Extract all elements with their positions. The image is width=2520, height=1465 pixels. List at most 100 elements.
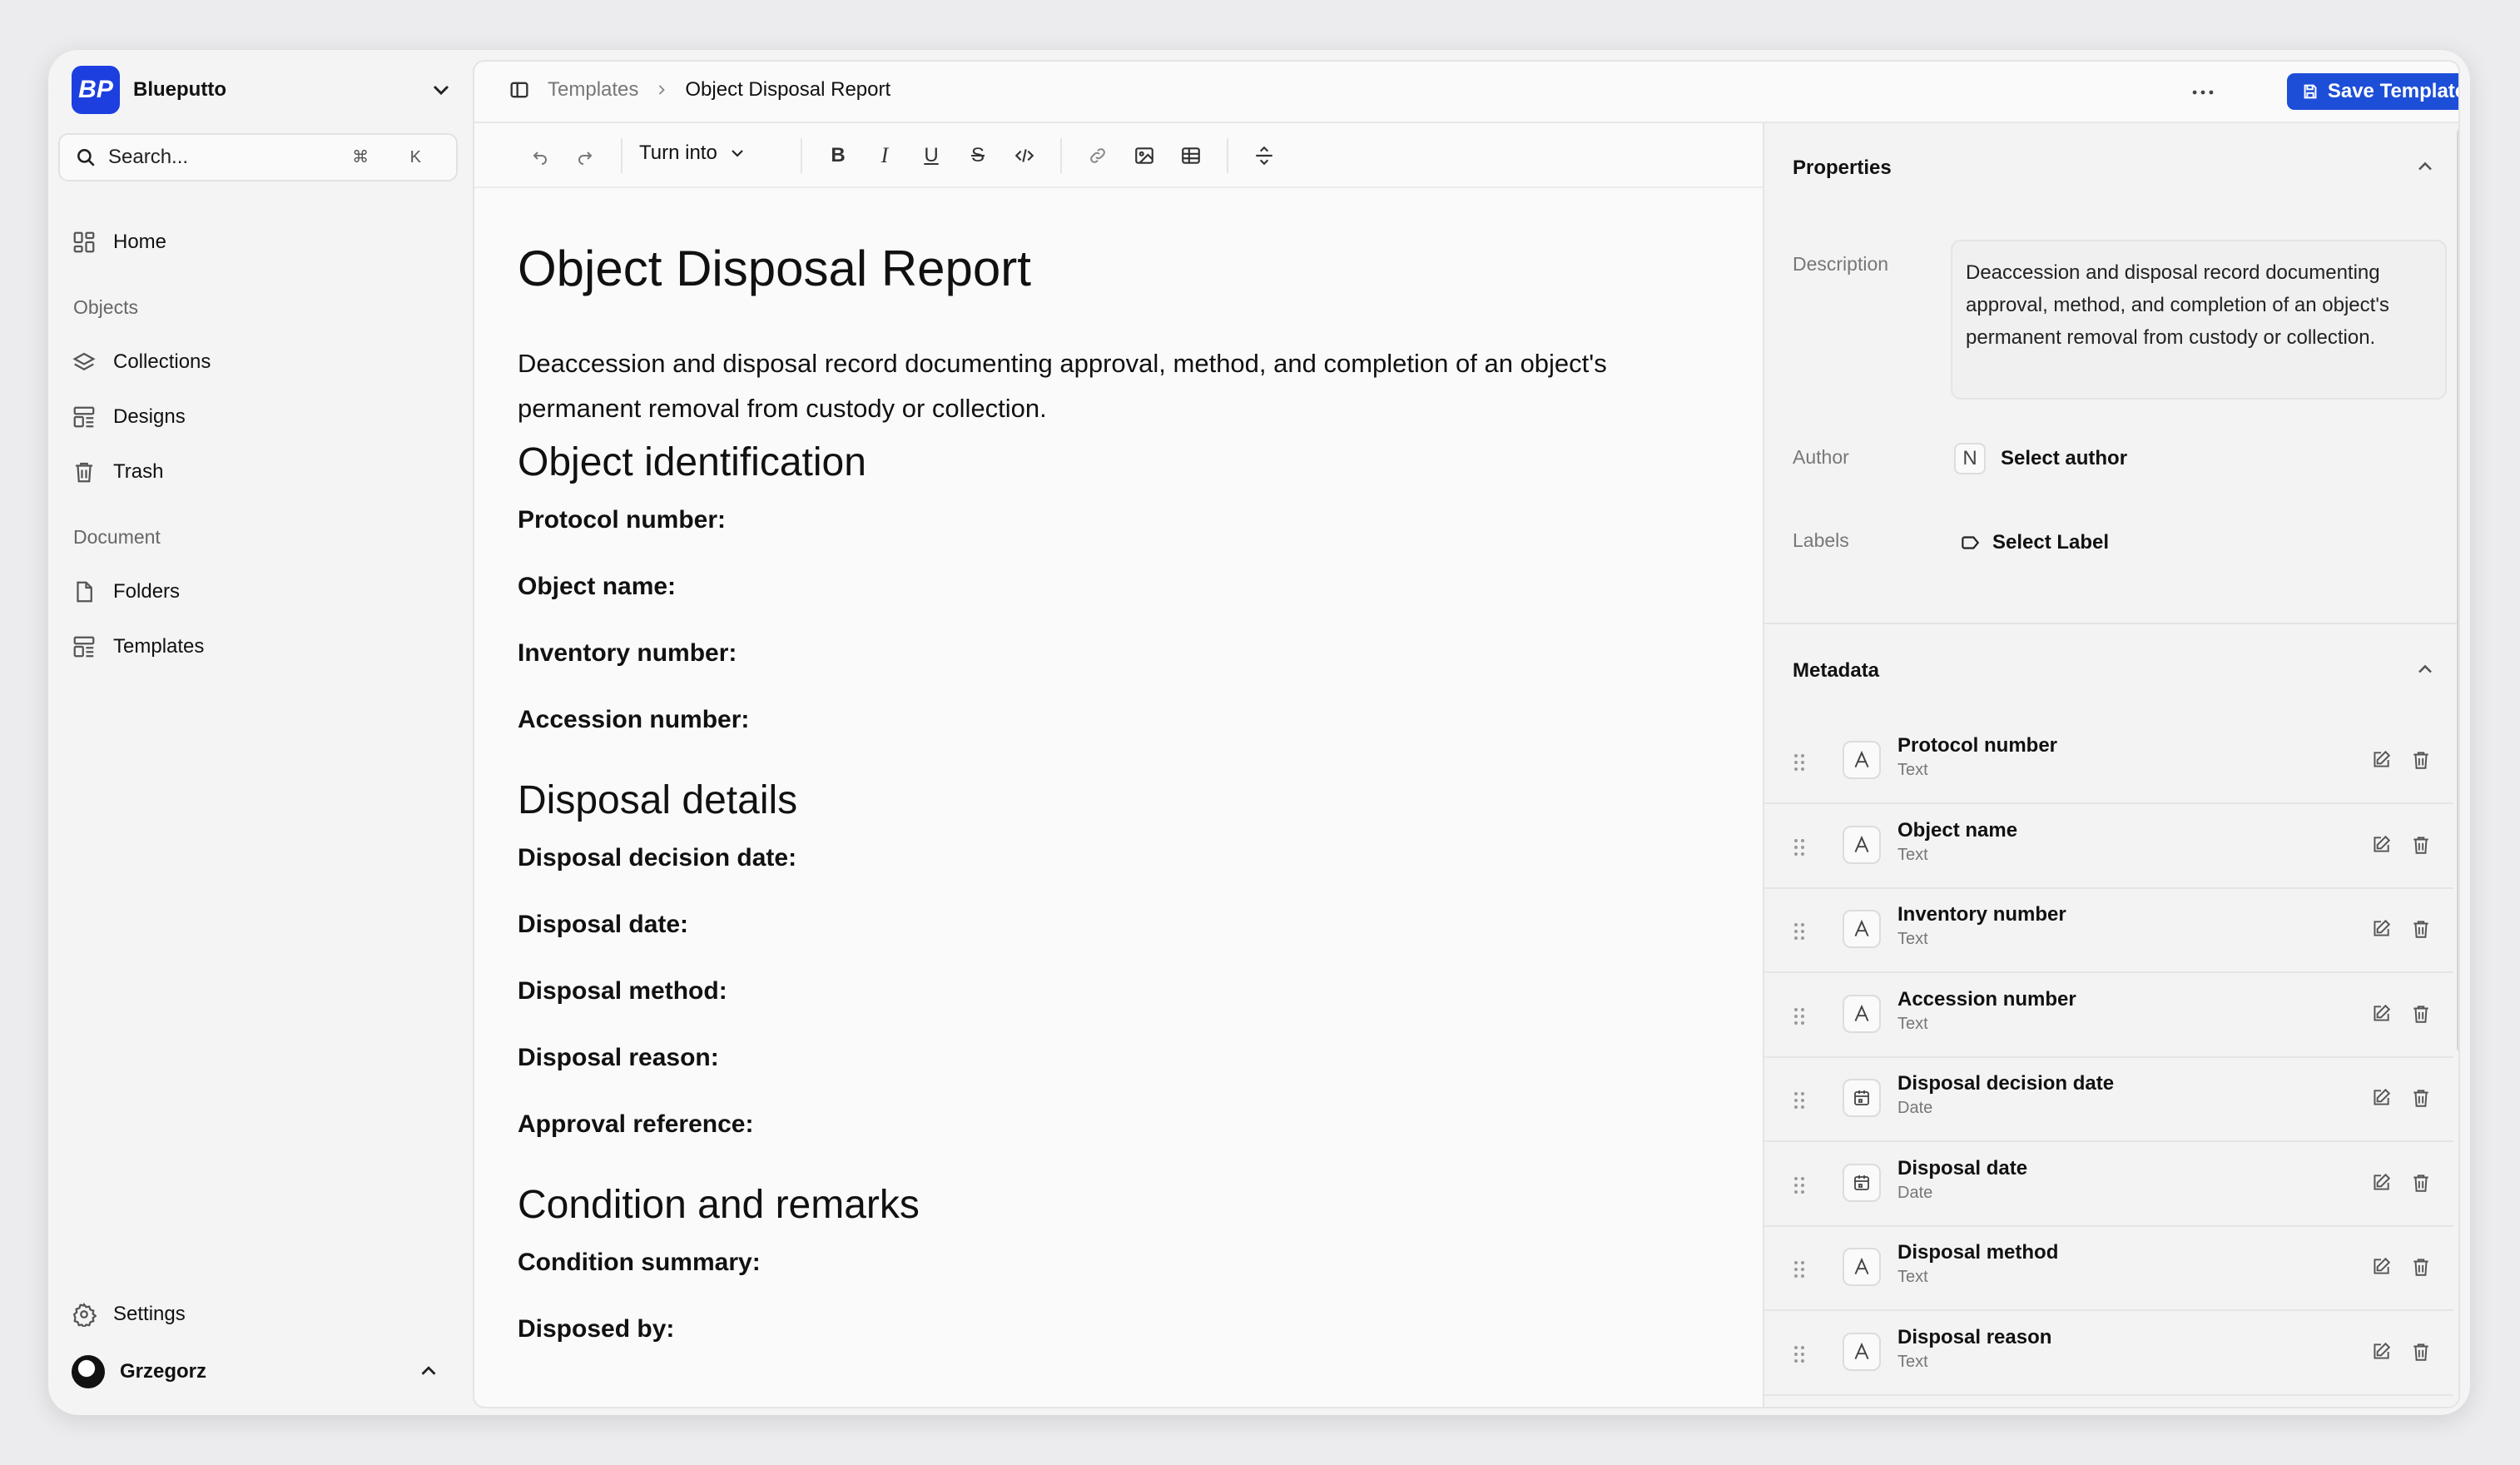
select-author-button[interactable]: N Select author <box>1954 443 2127 474</box>
metadata-row[interactable]: Protocol number Text <box>1764 719 2453 804</box>
table-button[interactable] <box>1177 142 1205 170</box>
drag-handle-icon[interactable] <box>1789 1174 1809 1197</box>
metadata-row[interactable]: Disposal method Text <box>1764 1226 2453 1311</box>
metadata-row[interactable]: Object name Text <box>1764 804 2453 889</box>
save-icon <box>2304 84 2317 99</box>
field-label[interactable]: Disposal method: <box>518 977 727 1006</box>
edit-icon[interactable] <box>2370 918 2394 941</box>
field-label[interactable]: Disposed by: <box>518 1315 674 1343</box>
document-title[interactable]: Object Disposal Report <box>518 240 1031 297</box>
strikethrough-button[interactable]: S <box>964 142 992 170</box>
field-label[interactable]: Accession number: <box>518 706 749 734</box>
field-label[interactable]: Condition summary: <box>518 1249 761 1277</box>
drag-handle-icon[interactable] <box>1789 1089 1809 1112</box>
chevron-up-icon[interactable] <box>2413 155 2437 178</box>
edit-icon[interactable] <box>2370 749 2394 772</box>
drag-handle-icon[interactable] <box>1789 920 1809 943</box>
app-window: BP Blueputto Search... ⌘ K Home Objects … <box>48 50 2470 1415</box>
edit-icon[interactable] <box>2370 1341 2394 1364</box>
section-heading[interactable]: Condition and remarks <box>518 1182 920 1228</box>
chevron-up-icon[interactable] <box>2413 658 2437 681</box>
toolbar-divider <box>801 138 802 173</box>
top-bar: Templates Object Disposal Report Save Te… <box>474 62 2458 123</box>
field-label[interactable]: Approval reference: <box>518 1110 753 1139</box>
select-label-button[interactable]: Select Label <box>1959 531 2109 554</box>
undo-button[interactable] <box>526 142 554 170</box>
turn-into-label: Turn into <box>639 142 717 164</box>
sidebar-item-label: Home <box>113 231 167 253</box>
section-heading[interactable]: Disposal details <box>518 777 797 823</box>
trash-icon[interactable] <box>2410 1341 2433 1364</box>
metadata-row[interactable]: Disposal decision date Date <box>1764 1057 2453 1142</box>
trash-icon[interactable] <box>2410 834 2433 857</box>
trash-icon[interactable] <box>2410 1003 2433 1026</box>
sidebar-item-label: Trash <box>113 460 164 483</box>
layout-icon <box>73 406 95 428</box>
trash-icon[interactable] <box>2410 918 2433 941</box>
toolbar-divider <box>1060 138 1062 173</box>
field-label[interactable]: Protocol number: <box>518 506 726 534</box>
text-type-icon <box>1843 994 1881 1033</box>
bold-button[interactable]: B <box>824 142 852 170</box>
edit-icon[interactable] <box>2370 1003 2394 1026</box>
link-button[interactable] <box>1084 142 1112 170</box>
save-template-button[interactable]: Save Template <box>2287 73 2458 110</box>
italic-button[interactable]: I <box>871 142 899 170</box>
sidebar-item-templates[interactable]: Templates <box>72 628 204 666</box>
drag-handle-icon[interactable] <box>1789 1343 1809 1366</box>
description-field[interactable]: Deaccession and disposal record document… <box>1951 240 2447 400</box>
toolbar-divider <box>1227 138 1228 173</box>
turn-into-dropdown[interactable]: Turn into <box>639 142 747 165</box>
image-button[interactable] <box>1130 142 1158 170</box>
user-name: Grzegorz <box>120 1360 207 1383</box>
metadata-row[interactable]: Disposal date Date <box>1764 1142 2453 1227</box>
description-label: Description <box>1793 253 1889 275</box>
breadcrumb-templates[interactable]: Templates <box>548 78 638 102</box>
metadata-type: Date <box>1897 1183 1933 1202</box>
edit-icon[interactable] <box>2370 834 2394 857</box>
metadata-name: Object name <box>1897 818 2018 842</box>
properties-panel: Properties Description Deaccession and d… <box>1763 123 2458 1407</box>
user-menu[interactable]: Grzegorz <box>72 1348 454 1395</box>
sidebar-item-settings[interactable]: Settings <box>72 1295 186 1333</box>
sidebar-item-trash[interactable]: Trash <box>72 453 163 491</box>
edit-icon[interactable] <box>2370 1087 2394 1110</box>
sidebar-item-designs[interactable]: Designs <box>72 398 186 436</box>
sidebar-item-label: Designs <box>113 405 186 428</box>
document-description[interactable]: Deaccession and disposal record document… <box>518 341 1733 431</box>
drag-handle-icon[interactable] <box>1789 1005 1809 1028</box>
underline-button[interactable]: U <box>917 142 945 170</box>
trash-icon[interactable] <box>2410 1172 2433 1195</box>
more-options-icon[interactable] <box>2189 78 2217 107</box>
sidebar-toggle-icon[interactable] <box>508 78 531 102</box>
trash-icon[interactable] <box>2410 1087 2433 1110</box>
drag-handle-icon[interactable] <box>1789 751 1809 774</box>
trash-icon[interactable] <box>2410 749 2433 772</box>
edit-icon[interactable] <box>2370 1172 2394 1195</box>
sidebar-item-collections[interactable]: Collections <box>72 343 211 381</box>
redo-button[interactable] <box>571 142 599 170</box>
search-input[interactable]: Search... ⌘ K <box>58 133 458 181</box>
drag-handle-icon[interactable] <box>1789 836 1809 859</box>
drag-handle-icon[interactable] <box>1789 1258 1809 1281</box>
section-heading[interactable]: Object identification <box>518 440 866 485</box>
field-label[interactable]: Disposal reason: <box>518 1044 719 1072</box>
field-label[interactable]: Inventory number: <box>518 639 737 668</box>
field-label[interactable]: Object name: <box>518 573 676 601</box>
select-label-text: Select Label <box>1992 531 2110 554</box>
trash-icon[interactable] <box>2410 1256 2433 1279</box>
metadata-row[interactable]: Inventory number Text <box>1764 888 2453 973</box>
field-label[interactable]: Disposal decision date: <box>518 844 796 872</box>
field-label[interactable]: Disposal date: <box>518 911 688 939</box>
metadata-row[interactable]: Disposal reason Text <box>1764 1311 2453 1396</box>
divider-button[interactable] <box>1250 142 1278 170</box>
workspace-switcher[interactable]: BP Blueputto <box>72 65 471 115</box>
workspace-name: Blueputto <box>133 78 226 101</box>
metadata-row[interactable]: Accession number Text <box>1764 973 2453 1058</box>
text-type-icon <box>1843 1332 1881 1371</box>
scrollbar[interactable] <box>2457 128 2458 1052</box>
sidebar-item-folders[interactable]: Folders <box>72 573 180 611</box>
sidebar-item-home[interactable]: Home <box>72 223 166 261</box>
code-button[interactable] <box>1010 142 1039 170</box>
edit-icon[interactable] <box>2370 1256 2394 1279</box>
